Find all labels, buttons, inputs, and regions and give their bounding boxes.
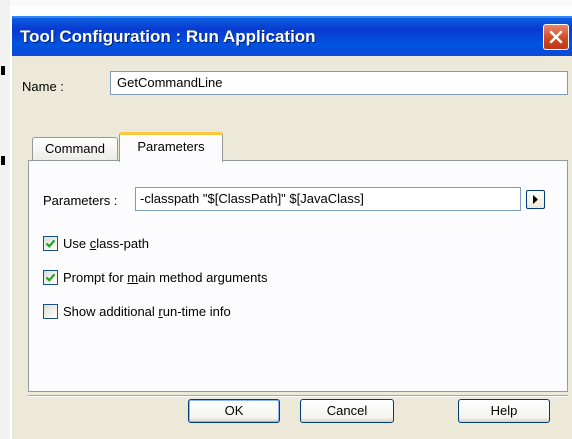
prompt-main-arguments-label: Prompt for main method arguments: [63, 270, 268, 285]
button-separator: [28, 395, 568, 397]
use-class-path-checkbox[interactable]: [43, 236, 58, 251]
tab-parameters[interactable]: Parameters: [119, 132, 223, 162]
background-text-fragment: [1, 156, 5, 165]
prompt-main-arguments-checkbox[interactable]: [43, 270, 58, 285]
check-icon: [45, 239, 56, 248]
name-input[interactable]: GetCommandLine: [110, 71, 568, 95]
close-icon: [549, 30, 563, 44]
cancel-button[interactable]: Cancel: [300, 399, 394, 423]
parameters-menu-button[interactable]: [526, 190, 545, 209]
dialog-body: Name : GetCommandLine Command Parameters…: [12, 56, 572, 439]
use-class-path-label: Use class-path: [63, 236, 149, 251]
background-window-edge: [0, 0, 10, 439]
window-title: Tool Configuration : Run Application: [20, 27, 316, 46]
ok-button[interactable]: OK: [188, 399, 280, 423]
title-bar[interactable]: Tool Configuration : Run Application: [12, 16, 572, 56]
show-runtime-info-label: Show additional run-time info: [63, 304, 231, 319]
check-icon: [45, 273, 56, 282]
background-window-top: [0, 0, 572, 6]
show-runtime-info-checkbox[interactable]: [43, 304, 58, 319]
help-button[interactable]: Help: [458, 399, 550, 423]
triangle-right-icon: [533, 195, 538, 204]
tool-configuration-dialog: Tool Configuration : Run Application Nam…: [12, 16, 572, 439]
tab-command[interactable]: Command: [32, 137, 118, 161]
name-label: Name :: [22, 79, 64, 94]
background-text-fragment: [1, 66, 5, 75]
parameters-label: Parameters :: [43, 193, 118, 208]
parameters-tab-panel: Parameters : -classpath "$[ClassPath]" $…: [28, 160, 568, 392]
close-button[interactable]: [543, 24, 569, 50]
parameters-input[interactable]: -classpath "$[ClassPath]" $[JavaClass]: [135, 187, 521, 211]
